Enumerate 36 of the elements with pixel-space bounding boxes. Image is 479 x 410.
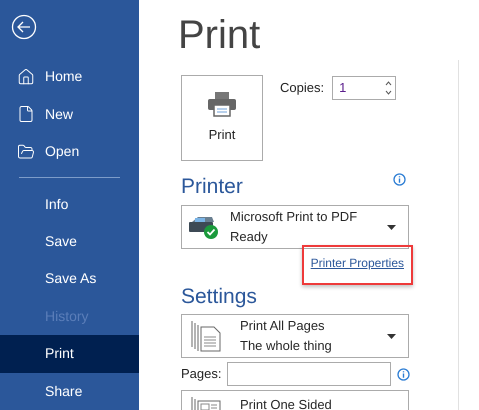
info-icon[interactable] xyxy=(397,368,410,380)
sidebar-item[interactable]: Home xyxy=(0,58,139,96)
caret-icon xyxy=(387,334,396,338)
document-icon xyxy=(17,105,35,124)
dropdown-title: Print One Sided xyxy=(240,396,333,410)
printer-name: Microsoft Print to PDF xyxy=(230,208,358,226)
settings-dropdown[interactable]: Print All Pages The whole thing xyxy=(181,314,409,358)
sidebar-item[interactable]: Open xyxy=(0,132,139,170)
dropdown-title: Print All Pages xyxy=(240,317,326,335)
home-icon xyxy=(17,68,35,86)
copies-label: Copies: xyxy=(280,79,324,97)
pages-label: Pages: xyxy=(181,365,222,384)
sidebar-item[interactable]: New xyxy=(0,95,139,133)
settings-heading: Settings xyxy=(181,284,258,310)
printer-heading: Printer xyxy=(181,174,243,200)
folder-icon xyxy=(17,142,35,161)
printer-icon xyxy=(207,91,237,118)
printer-properties-link[interactable]: Printer Properties xyxy=(310,256,404,270)
back-icon[interactable] xyxy=(11,14,37,40)
pages-input[interactable] xyxy=(227,362,392,386)
printer-status: Ready xyxy=(230,228,269,246)
dropdown-subtitle: The whole thing xyxy=(240,337,333,355)
info-icon[interactable] xyxy=(393,173,406,186)
copies-spinbox[interactable]: 1 xyxy=(332,76,396,100)
print-button[interactable]: Print xyxy=(181,75,263,161)
settings-dropdown[interactable]: Print One Sided xyxy=(181,390,409,410)
caret-icon xyxy=(387,224,396,230)
page-title: Print xyxy=(178,12,262,59)
sidebar-item[interactable]: Info xyxy=(0,185,139,223)
sidebar-item[interactable]: Share xyxy=(0,372,139,410)
spin-arrows-icon[interactable] xyxy=(385,80,392,96)
sidebar-item[interactable]: Print xyxy=(0,335,139,373)
printer-dropdown[interactable]: Microsoft Print to PDF Ready xyxy=(181,205,409,249)
sidebar-item[interactable]: Save As xyxy=(0,260,139,298)
printer-ready-icon xyxy=(188,214,220,240)
sidebar-item[interactable]: Save xyxy=(0,222,139,260)
